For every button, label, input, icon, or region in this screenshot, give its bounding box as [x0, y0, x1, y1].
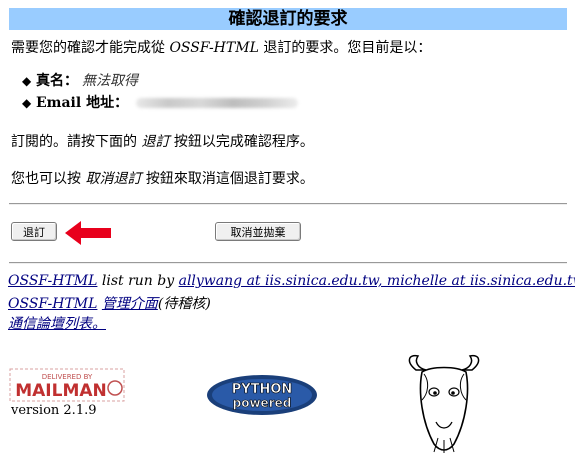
- subscriber-info-list: ◆ 真名： 無法取得 ◆ Email 地址：: [22, 70, 299, 114]
- bullet-icon: ◆: [22, 74, 32, 88]
- admin-list-link[interactable]: OSSF-HTML: [8, 296, 97, 312]
- bullet-icon: ◆: [22, 96, 32, 110]
- intro-suffix: 退訂的要求。您目前是以：: [258, 40, 432, 56]
- email-item: ◆ Email 地址：: [22, 92, 299, 114]
- unsubscribe-button[interactable]: 退訂: [11, 222, 57, 241]
- run-by-text: list run by: [97, 273, 179, 289]
- overview-link[interactable]: 通信論壇列表。: [8, 316, 106, 332]
- instruction-text: 訂閱的。請按下面的 退訂 按鈕以完成確認程序。: [11, 131, 314, 151]
- cancel-instruction-button-ref: 取消退訂: [85, 171, 142, 187]
- realname-value: 無法取得: [82, 73, 138, 89]
- intro-list-name: OSSF-HTML: [169, 40, 259, 56]
- footer-list-info: OSSF-HTML list run by allywang at iis.si…: [8, 273, 575, 289]
- realname-item: ◆ 真名： 無法取得: [22, 70, 298, 92]
- instruction-suffix: 按鈕以完成確認程序。: [169, 134, 314, 150]
- svg-text:PYTHON: PYTHON: [232, 382, 293, 397]
- red-arrow-icon: [65, 221, 111, 245]
- cancel-discard-button[interactable]: 取消並拋棄: [215, 222, 301, 241]
- intro-text: 需要您的確認才能完成從 OSSF-HTML 退訂的要求。您目前是以：: [11, 37, 431, 57]
- page-title: 確認退訂的要求: [9, 8, 567, 30]
- python-powered-logo[interactable]: PYTHON powered: [206, 374, 318, 416]
- admin-note: (待稽核): [157, 296, 211, 312]
- email-label: Email 地址：: [36, 95, 129, 111]
- gnu-head-logo[interactable]: [404, 352, 484, 454]
- realname-label: 真名：: [36, 73, 78, 89]
- footer-overview: 通信論壇列表。: [8, 313, 106, 333]
- admin-interface-link[interactable]: 管理介面: [102, 296, 158, 312]
- owners-link[interactable]: allywang at iis.sinica.edu.tw, michelle …: [179, 273, 575, 289]
- svg-text:powered: powered: [233, 396, 292, 410]
- svg-text:DELIVERED BY: DELIVERED BY: [42, 373, 93, 381]
- divider: [9, 262, 567, 264]
- svg-text:MAILMAN: MAILMAN: [15, 381, 107, 401]
- version-text: version 2.1.9: [11, 403, 97, 418]
- cancel-instruction-text: 您也可以按 取消退訂 按鈕來取消這個退訂要求。: [11, 168, 314, 188]
- cancel-instruction-suffix: 按鈕來取消這個退訂要求。: [141, 171, 314, 187]
- list-link[interactable]: OSSF-HTML: [8, 273, 97, 289]
- instruction-button-ref: 退訂: [141, 134, 170, 150]
- cancel-instruction-prefix: 您也可以按: [11, 171, 86, 187]
- instruction-prefix: 訂閱的。請按下面的: [11, 134, 142, 150]
- divider: [9, 203, 567, 205]
- email-value-redacted: [136, 98, 299, 108]
- intro-prefix: 需要您的確認才能完成從: [11, 40, 170, 56]
- footer-admin: OSSF-HTML 管理介面(待稽核): [8, 293, 211, 313]
- mailman-logo[interactable]: DELIVERED BY MAILMAN: [9, 368, 125, 402]
